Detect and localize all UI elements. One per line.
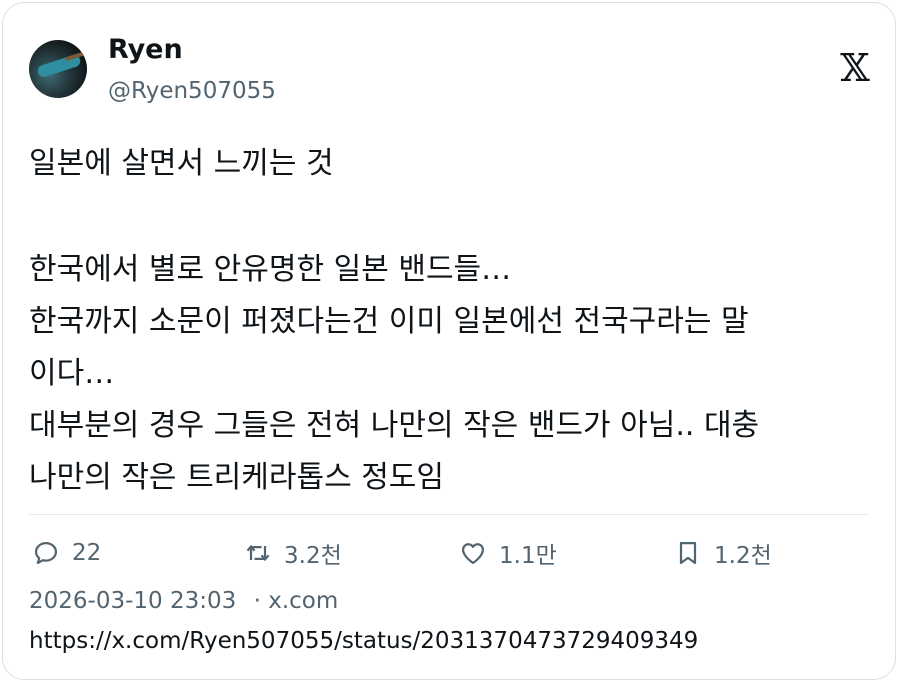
tweet-line: 이다… [29, 356, 115, 391]
like-count: 1.1만 [499, 543, 557, 569]
x-logo-icon[interactable]: 𝕏 [838, 48, 872, 88]
bookmark-icon [679, 541, 697, 565]
tweet-meta: 2026-03-10 23:03 · x.com [29, 588, 338, 614]
bookmark-button[interactable]: 1.2천 [674, 536, 772, 570]
author-handle[interactable]: @Ryen507055 [108, 78, 276, 104]
author-name[interactable]: Ryen [108, 34, 183, 65]
tweet-line: 대부분의 경우 그들은 전혀 나만의 작은 밴드가 아님.. 대충 [29, 408, 760, 443]
tweet-line: 한국까지 소문이 퍼졌다는건 이미 일본에선 전국구라는 말 [29, 304, 749, 339]
retweet-icon [246, 544, 270, 562]
retweet-count: 3.2천 [284, 543, 342, 569]
like-icon [461, 543, 485, 565]
tweet-url[interactable]: https://x.com/Ryen507055/status/20313704… [29, 628, 698, 654]
source-link[interactable]: x.com [268, 588, 338, 614]
retweet-button[interactable]: 3.2천 [244, 536, 342, 570]
tweet-line: 나만의 작은 트리케라톱스 정도임 [29, 460, 445, 495]
tweet-line: 일본에 살면서 느끼는 것 [29, 146, 334, 181]
bookmark-count: 1.2천 [714, 543, 772, 569]
tweet-line: 한국에서 별로 안유명한 일본 밴드들… [29, 252, 512, 287]
reply-icon [34, 541, 58, 565]
reply-count: 22 [72, 540, 102, 566]
like-button[interactable]: 1.1만 [459, 536, 557, 570]
meta-separator: · [253, 588, 261, 614]
timestamp[interactable]: 2026-03-10 23:03 [29, 588, 236, 614]
avatar[interactable] [29, 40, 87, 98]
divider [29, 514, 869, 515]
reply-button[interactable]: 22 [32, 536, 101, 570]
